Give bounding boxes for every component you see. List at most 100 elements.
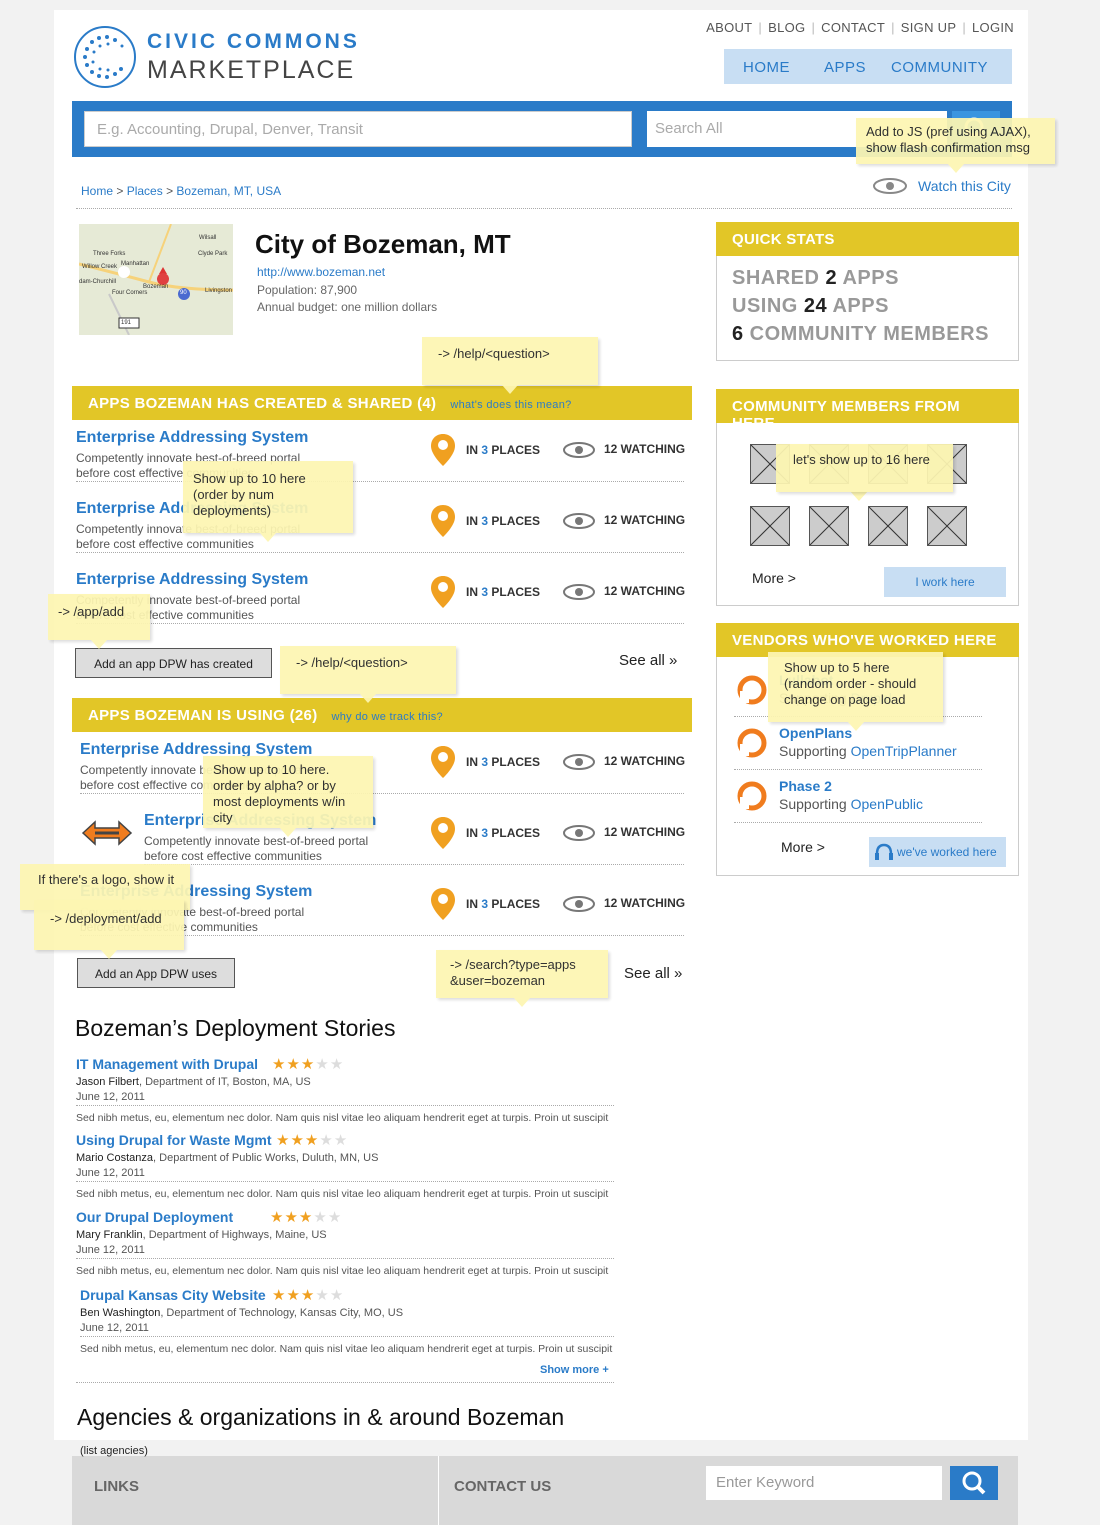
vendors-more[interactable]: More > xyxy=(781,839,825,855)
vendor-project-link[interactable]: OpenTripPlanner xyxy=(851,743,957,759)
member-avatar[interactable] xyxy=(868,506,908,546)
story-title[interactable]: IT Management with Drupal xyxy=(76,1056,258,1072)
row-divider xyxy=(80,1336,614,1337)
using-help-link[interactable]: why do we track this? xyxy=(332,711,443,723)
eye-icon xyxy=(563,896,595,912)
shared-help-link[interactable]: what's does this mean? xyxy=(450,399,571,411)
vendor-logo-icon xyxy=(737,781,767,811)
story-date: June 12, 2011 xyxy=(76,1167,145,1179)
story-body: Sed nibh metus, eu, elementum nec dolor.… xyxy=(76,1265,609,1277)
logo-line-2: MARKETPLACE xyxy=(147,56,356,84)
story-author: Mary Franklin, Department of Highways, M… xyxy=(76,1229,327,1241)
note-ajax: Add to JS (pref using AJAX), show flash … xyxy=(856,118,1055,173)
worked-here-label: we've worked here xyxy=(897,845,997,859)
city-map[interactable]: Three Forks Willow Creek Manhattan dam-C… xyxy=(79,224,233,335)
app-logo-icon xyxy=(81,820,133,846)
story-author: Jason Filbert, Department of IT, Boston,… xyxy=(76,1076,311,1088)
vendor-logo-icon xyxy=(737,675,767,705)
story-rating-stars-icon: ★★★★★ xyxy=(272,1056,345,1073)
story-date: June 12, 2011 xyxy=(76,1244,145,1256)
app-watching[interactable]: 12 WATCHING xyxy=(604,513,685,527)
app-places[interactable]: IN 3 PLACES xyxy=(466,897,540,911)
story-title[interactable]: Drupal Kansas City Website xyxy=(80,1287,266,1303)
app-watching[interactable]: 12 WATCHING xyxy=(604,754,685,768)
nav-login[interactable]: LOGIN xyxy=(972,20,1014,35)
member-avatar[interactable] xyxy=(750,506,790,546)
app-watching[interactable]: 12 WATCHING xyxy=(604,896,685,910)
stat-using: USING 24 APPS xyxy=(732,295,889,317)
vendor-project-link[interactable]: OpenPublic xyxy=(851,796,923,812)
breadcrumb: Home > Places > Bozeman, MT, USA xyxy=(81,184,282,198)
main-nav-home[interactable]: HOME xyxy=(743,59,790,76)
map-label: Wilsall xyxy=(199,235,217,241)
map-label: Livingston xyxy=(205,288,233,294)
story-rating-stars-icon: ★★★★★ xyxy=(272,1287,345,1304)
footer-links-title: LINKS xyxy=(94,1478,139,1495)
search-input[interactable]: E.g. Accounting, Drupal, Denver, Transit xyxy=(84,111,632,147)
logo[interactable]: CIVIC COMMONS MARKETPLACE xyxy=(72,24,362,90)
map-label: Willow Creek xyxy=(82,264,118,270)
vendor-name[interactable]: OpenPlans xyxy=(779,725,852,741)
location-pin-icon xyxy=(431,434,455,466)
eye-icon xyxy=(563,754,595,770)
using-see-all[interactable]: See all » xyxy=(624,965,682,982)
city-url[interactable]: http://www.bozeman.net xyxy=(257,265,385,279)
vendor-name[interactable]: Phase 2 xyxy=(779,778,832,794)
row-divider xyxy=(76,481,684,482)
work-here-button[interactable]: I work here xyxy=(884,567,1006,597)
nav-contact[interactable]: CONTACT xyxy=(821,20,885,35)
stat-members: 6 COMMUNITY MEMBERS xyxy=(732,323,989,345)
quick-stats-title: QUICK STATS xyxy=(716,222,1019,256)
eye-icon xyxy=(873,178,907,194)
app-watching[interactable]: 12 WATCHING xyxy=(604,584,685,598)
map-label: dam-Churchill xyxy=(79,279,117,285)
app-places[interactable]: IN 3 PLACES xyxy=(466,826,540,840)
footer-keyword-input[interactable]: Enter Keyword xyxy=(706,1466,942,1500)
row-divider xyxy=(76,1105,614,1106)
note-help-1: -> /help/<question> xyxy=(422,337,598,394)
note-search-type: -> /search?type=apps &user=bozeman xyxy=(436,950,608,1007)
app-places[interactable]: IN 3 PLACES xyxy=(466,755,540,769)
breadcrumb-places[interactable]: Places xyxy=(127,184,163,198)
breadcrumb-city[interactable]: Bozeman, MT, USA xyxy=(176,184,281,198)
app-places[interactable]: IN 3 PLACES xyxy=(466,585,540,599)
eye-icon xyxy=(563,825,595,841)
app-places[interactable]: IN 3 PLACES xyxy=(466,443,540,457)
app-watching[interactable]: 12 WATCHING xyxy=(604,825,685,839)
eye-icon xyxy=(563,584,595,600)
footer-search-button[interactable] xyxy=(950,1466,998,1500)
community-more[interactable]: More > xyxy=(752,570,796,586)
map-label: 90 xyxy=(180,290,187,296)
main-nav-apps[interactable]: APPS xyxy=(824,59,866,76)
add-created-app-button[interactable]: Add an app DPW has created xyxy=(75,648,272,678)
worked-here-button[interactable]: we've worked here xyxy=(869,837,1006,867)
breadcrumb-home[interactable]: Home xyxy=(81,184,113,198)
nav-about[interactable]: ABOUT xyxy=(706,20,752,35)
main-nav-community[interactable]: COMMUNITY xyxy=(891,59,988,76)
show-more-link[interactable]: Show more + xyxy=(540,1364,609,1376)
app-places[interactable]: IN 3 PLACES xyxy=(466,514,540,528)
note-deployment-add: -> /deployment/add xyxy=(34,900,184,959)
watch-city-link[interactable]: Watch this City xyxy=(918,178,1011,194)
row-divider xyxy=(76,1258,614,1259)
story-title[interactable]: Using Drupal for Waste Mgmt xyxy=(76,1132,272,1148)
member-avatar[interactable] xyxy=(927,506,967,546)
app-watching[interactable]: 12 WATCHING xyxy=(604,442,685,456)
shared-see-all[interactable]: See all » xyxy=(619,652,677,669)
nav-sign-up[interactable]: SIGN UP xyxy=(901,20,957,35)
map-label: 191 xyxy=(121,320,132,326)
add-used-app-button[interactable]: Add an App DPW uses xyxy=(77,958,235,988)
nav-blog[interactable]: BLOG xyxy=(768,20,805,35)
member-avatar[interactable] xyxy=(809,506,849,546)
agencies-note: (list agencies) xyxy=(80,1445,148,1457)
divider xyxy=(76,1382,614,1383)
row-divider xyxy=(734,769,982,770)
row-divider xyxy=(76,1181,614,1182)
row-divider xyxy=(144,864,684,865)
agencies-title: Agencies & organizations in & around Boz… xyxy=(77,1404,565,1430)
app-title[interactable]: Enterprise Addressing System xyxy=(76,429,308,447)
app-title[interactable]: Enterprise Addressing System xyxy=(76,571,308,589)
story-rating-stars-icon: ★★★★★ xyxy=(270,1209,343,1226)
location-pin-icon xyxy=(431,576,455,608)
story-title[interactable]: Our Drupal Deployment xyxy=(76,1209,233,1225)
